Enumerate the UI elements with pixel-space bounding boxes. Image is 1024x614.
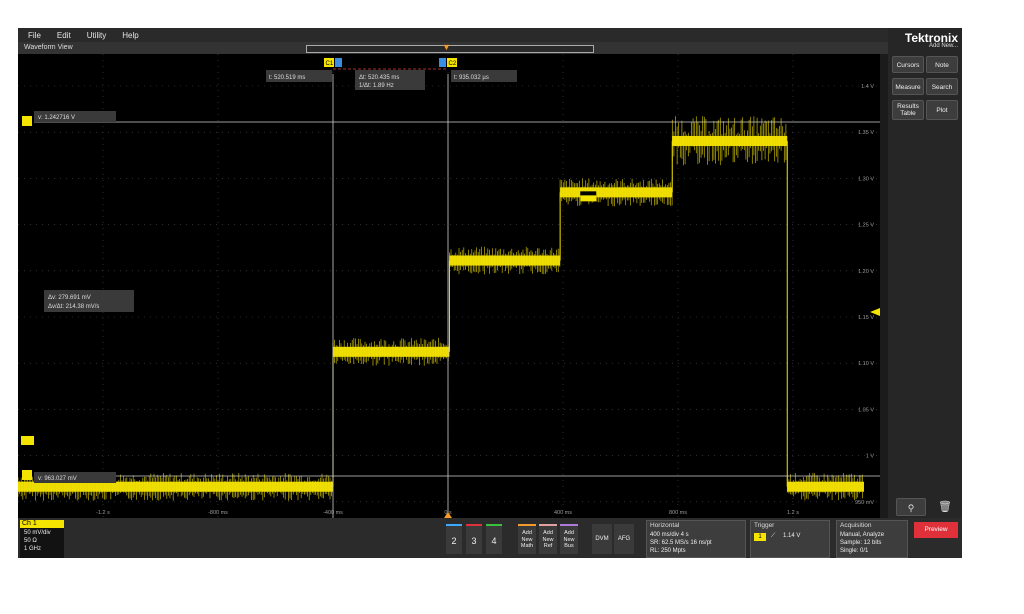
plot-button[interactable]: Plot [926,100,958,120]
results-table-button[interactable]: Results Table [892,100,924,120]
x-tick-label: 400 ms [554,510,572,516]
search-button[interactable]: Search [926,78,958,95]
trigger-panel[interactable]: Trigger 1 ⟋ 1.14 V [750,520,830,558]
acquisition-panel[interactable]: Acquisition Manual, Analyze Sample: 12 b… [836,520,908,558]
y-tick-label: 1.35 V [858,130,874,136]
add-math-line3: Math [520,543,534,549]
preview-button[interactable]: Preview [914,522,958,538]
delta-v-readout: Δv: 279.691 mV [48,295,91,301]
upper-level-tag[interactable] [22,116,32,126]
y-tick-label: 1.30 V [858,176,874,182]
menu-utility[interactable]: Utility [87,31,107,40]
acquisition-title: Acquisition [840,522,872,529]
y-tick-label: 1 V [866,454,875,460]
y-tick-label: 950 mV [855,500,874,506]
ch1-offset-marker[interactable] [21,436,34,445]
lower-level-tag[interactable] [22,470,32,480]
y-tick-label: 1.15 V [858,315,874,321]
ch1-title: Ch 1 [22,520,37,527]
horizontal-sample-rate: SR: 62.5 MS/s 16 ns/pt [650,540,712,546]
menu-help[interactable]: Help [122,31,138,40]
zoom-icon[interactable]: ⚲ [896,498,926,516]
waveform-plot[interactable]: 1.4 V 1.35 V 1.30 V 1.25 V 1.20 V 1.15 V 1.10 … [18,54,880,518]
horizontal-record-length: RL: 250 Mpts [650,548,686,554]
add-new-bus-button[interactable]: Add New Bus [560,524,578,554]
y-tick-label: 1.25 V [858,223,874,229]
menu-edit[interactable]: Edit [57,31,71,40]
waveform-svg: 1.4 V 1.35 V 1.30 V 1.25 V 1.20 V 1.15 V 1.10 … [18,54,880,518]
readout-inverse-delta: 1/Δt: 1.89 Hz [359,83,394,89]
readout-right: t: 935.032 µs [454,75,489,81]
cursor-c1-handle-icon[interactable] [335,58,342,67]
ch3-button[interactable]: 3 [466,524,482,554]
bottom-bar: Ch 1 50 mV/div 50 Ω 1 GHz 2 3 4 Add New … [18,518,962,558]
menu-bar: File Edit Utility Help [18,28,888,42]
ch1-waveform [18,116,864,501]
x-tick-label: -800 ms [208,510,228,516]
waveform-segment [18,481,333,492]
trigger-level: 1.14 V [783,533,801,539]
y-tick-label: 1.4 V [861,84,874,90]
oscilloscope-app: File Edit Utility Help Waveform View ▼ 1… [18,28,962,558]
cursor-c2-handle-icon[interactable] [439,58,446,67]
ch1-scale: 50 mV/div [24,530,51,536]
x-tick-label: 1.2 s [787,510,799,516]
acquisition-single: Single: 0/1 [840,548,869,554]
ch1-bandwidth: 1 GHz [24,546,42,552]
horizontal-scale: 400 ms/div 4 s [650,532,689,538]
trigger-source-icon: 1 [754,533,766,541]
upper-level-readout: v: 1.242716 V [38,115,75,121]
horizontal-title: Horizontal [650,522,680,529]
ch4-button[interactable]: 4 [486,524,502,554]
y-tick-label: 1.05 V [858,407,874,413]
horizontal-panel[interactable]: Horizontal 400 ms/div 4 s SR: 62.5 MS/s … [646,520,746,558]
right-panel: Tektronix Add New... Cursors Note Measur… [888,28,962,518]
readout-delta: Δt: 520.435 ms [359,75,399,81]
note-button[interactable]: Note [926,56,958,73]
add-new-ref-button[interactable]: Add New Ref [539,524,557,554]
add-ref-line3: Ref [543,543,553,549]
acquisition-mode: Manual, Analyze [840,532,885,538]
dvm-button[interactable]: DVM [592,524,612,554]
add-new-label: Add New... [928,43,958,49]
ch1-badge[interactable]: Ch 1 50 mV/div 50 Ω 1 GHz [20,520,64,558]
measure-button[interactable]: Measure [892,78,924,95]
ch2-button[interactable]: 2 [446,524,462,554]
delta-v-rate-readout: Δv/Δt: 214.38 mV/s [48,304,99,310]
cursors-button[interactable]: Cursors [892,56,924,73]
trigger-edge-icon: ⟋ [771,533,776,539]
trash-icon[interactable]: 🗑 [936,498,954,516]
ch1-impedance: 50 Ω [24,538,37,544]
lower-level-readout: v: 963.027 mV [38,476,77,482]
afg-button[interactable]: AFG [614,524,634,554]
trigger-title: Trigger [754,522,775,529]
waveform-notch-low [580,195,597,202]
waveform-noise [332,337,449,366]
add-bus-line3: Bus [564,543,574,549]
cursor-c2-label: C2 [449,61,457,67]
trigger-position-marker-icon[interactable]: ▼ [442,42,451,52]
x-tick-label: 800 ms [669,510,687,516]
acquisition-sample: Sample: 12 bits [840,540,882,546]
menu-file[interactable]: File [28,31,41,40]
y-tick-label: 1.10 V [858,361,874,367]
readout-left: t: 520.519 ms [269,75,305,81]
x-tick-label: -1.2 s [96,510,110,516]
add-new-math-button[interactable]: Add New Math [518,524,536,554]
y-tick-label: 1.20 V [858,269,874,275]
cursor-c1-label: C1 [326,61,334,67]
